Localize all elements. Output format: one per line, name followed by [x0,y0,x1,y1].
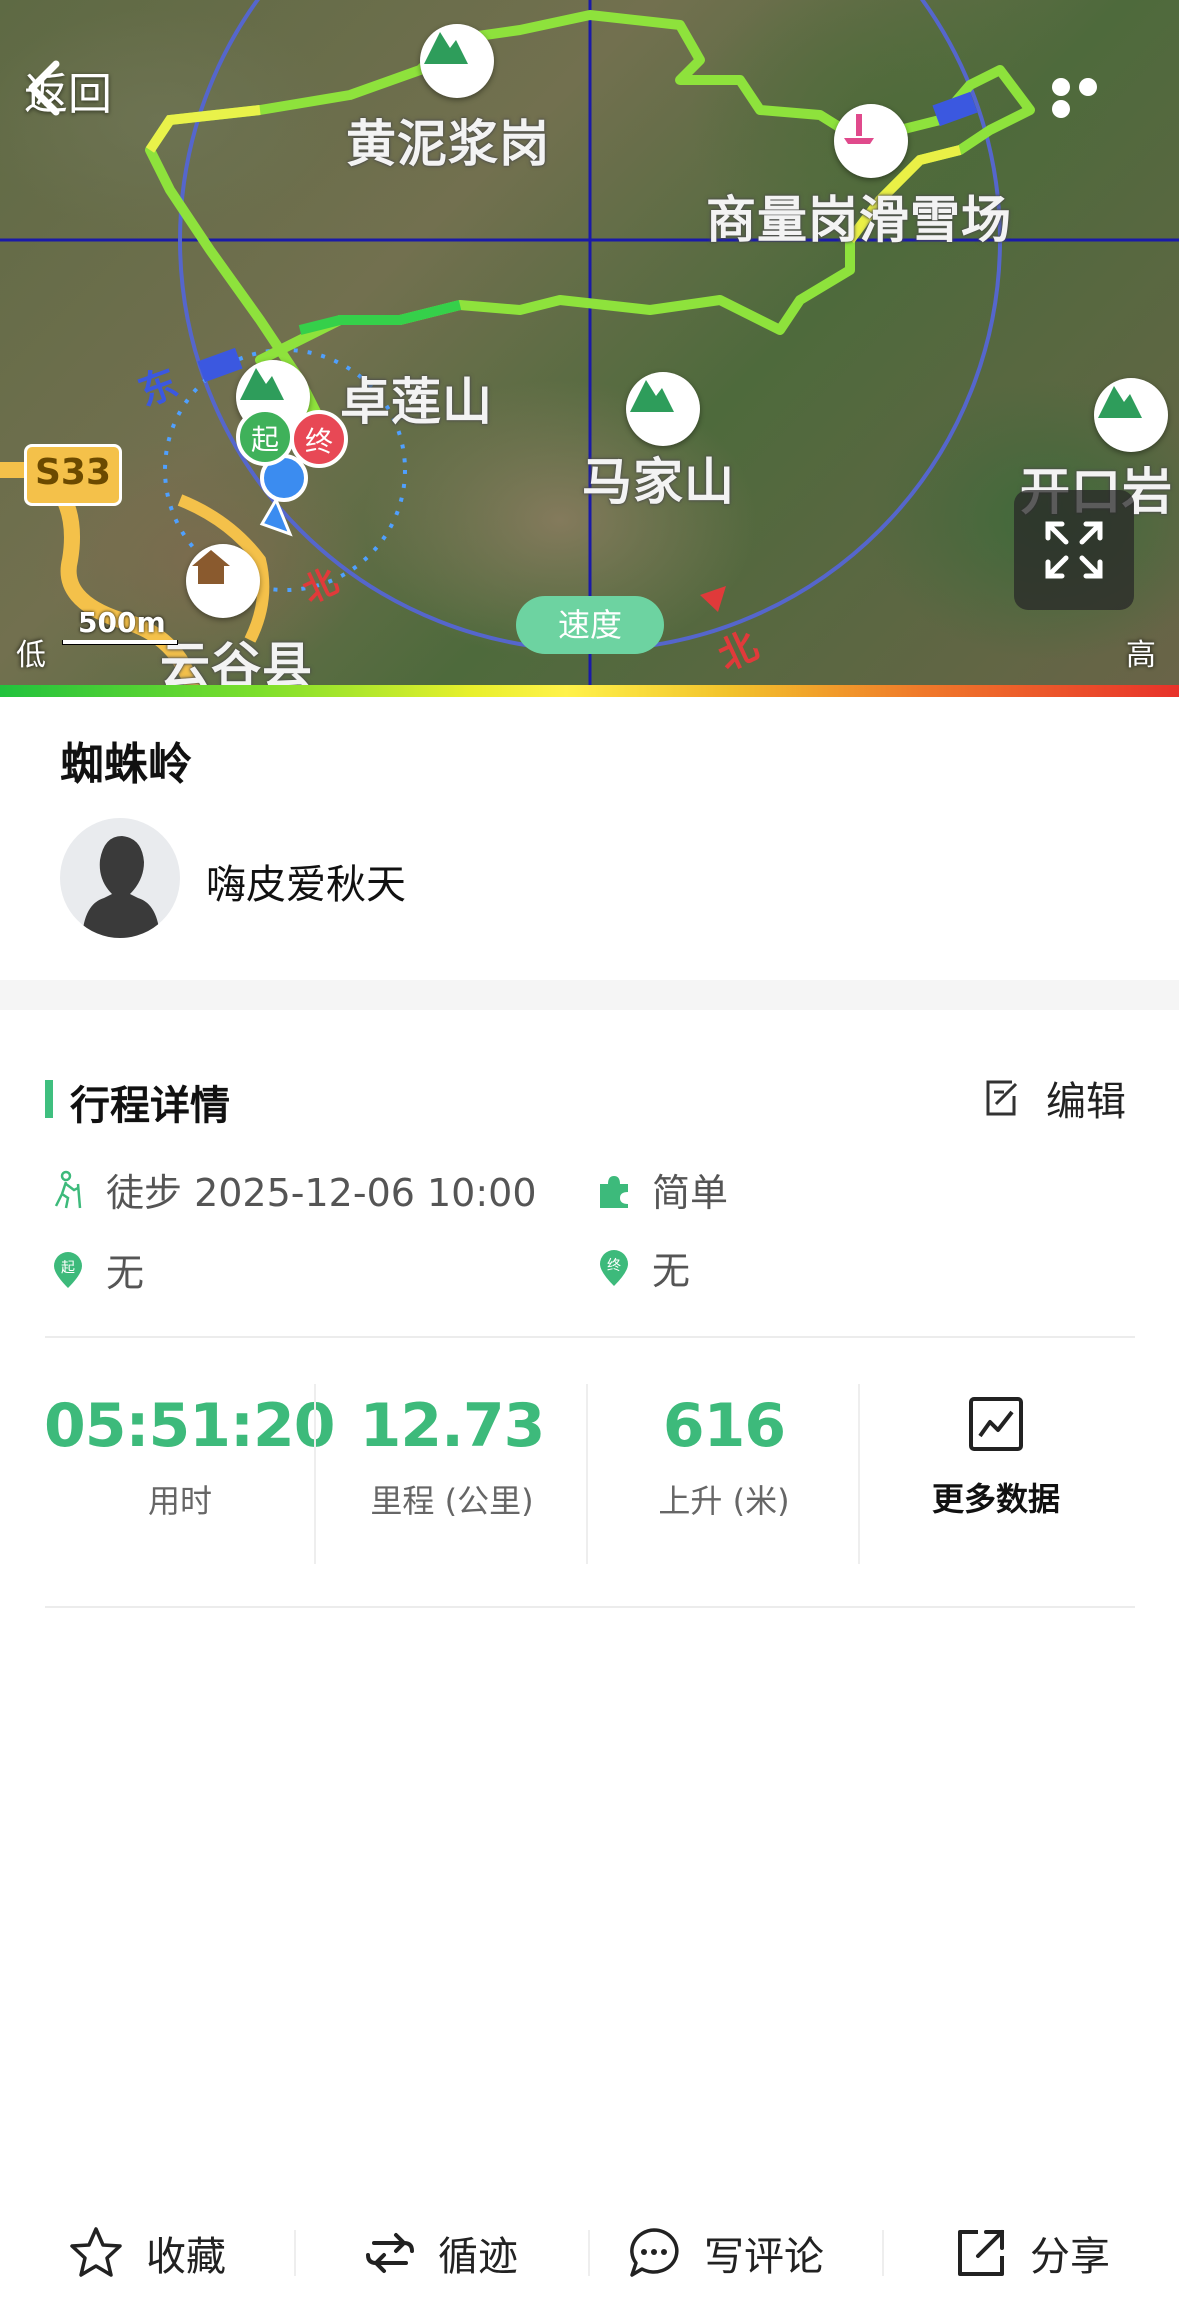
duration-value: 05:51:20 [44,1391,335,1461]
section-title: 行程详情 [70,1083,230,1129]
user-name[interactable]: 嗨皮爱秋天 [206,852,406,910]
scale-bar: 500m [60,606,180,646]
comment-button[interactable]: 写评论 [626,2222,824,2284]
section-separator [0,980,1179,1010]
chart-icon [969,1397,1023,1451]
difficulty-text: 简单 [652,1171,729,1215]
svg-text:东: 东 [133,360,184,414]
end-pin-icon: 终 [600,1249,628,1286]
follow-track-button[interactable]: 循迹 [364,2222,518,2284]
ascent-label: 上升 (米) [658,1482,790,1520]
share-label: 分享 [1030,2234,1110,2280]
edit-icon [986,1080,1018,1116]
comment-label: 写评论 [704,2234,824,2280]
ascent-value: 616 [662,1391,786,1461]
road-badge: S33 [24,444,122,506]
start-place-row: 起 无 [50,1242,144,1297]
chevron-left-icon [28,60,60,116]
bar-separator [294,2230,296,2276]
user-silhouette-icon [82,836,160,938]
activity-row: 徒步 2025-12-06 10:00 [50,1162,537,1217]
duration-stat: 05:51:20 用时 [44,1386,335,1522]
edit-button[interactable]: 编辑 [984,1070,1126,1126]
scale-label: 500m [78,606,166,639]
bar-separator [882,2230,884,2276]
avatar[interactable] [60,818,180,938]
more-data-label: 更多数据 [931,1480,1060,1518]
distance-value: 12.73 [359,1391,546,1461]
speed-toggle[interactable]: 速度 [516,596,664,654]
end-place-row: 终 无 [596,1240,690,1295]
bottom-action-bar: 收藏 循迹 写评论 分享 [0,2200,1179,2324]
route-title: 蜘蛛岭 [60,739,192,790]
legend-low-label: 低 [16,638,46,673]
speed-legend-gradient [0,685,1179,697]
hiking-icon [54,1170,82,1208]
favorite-button[interactable]: 收藏 [68,2222,226,2284]
start-place-text: 无 [106,1251,145,1295]
bar-separator [588,2230,590,2276]
favorite-label: 收藏 [146,2234,226,2280]
place-label: 商量岗滑雪场 [706,191,1012,249]
place-label: 马家山 [582,453,735,511]
route-loop-icon [366,2233,414,2273]
distance-label: 里程 (公里) [370,1482,534,1520]
svg-text:起: 起 [61,1260,75,1276]
ski-resort-poi-icon[interactable] [834,104,908,178]
route-map[interactable]: 东 北 北 黄泥浆岗 商量岗滑雪场 卓莲山 马家山 开口岩 云谷县 S33 起 … [0,0,1179,697]
comment-icon [630,2228,679,2277]
expand-icon [1045,521,1103,579]
svg-text:北: 北 [297,561,345,612]
divider [45,1336,1135,1338]
fullscreen-button[interactable] [1014,490,1134,610]
mountain-poi-icon[interactable] [626,372,700,446]
distance-stat: 12.73 里程 (公里) [316,1386,588,1522]
place-label: 黄泥浆岗 [346,115,550,173]
divider [45,1606,1135,1608]
puzzle-icon [600,1175,628,1208]
end-place-text: 无 [652,1249,691,1293]
difficulty-row: 简单 [596,1162,728,1217]
place-label: 卓莲山 [340,373,493,431]
mountain-poi-icon[interactable] [1094,378,1168,452]
start-pin-icon: 起 [54,1251,82,1288]
back-button[interactable]: 返回 [24,58,112,122]
activity-text: 徒步 2025-12-06 10:00 [106,1171,537,1215]
village-poi-icon[interactable] [186,544,260,618]
edit-label: 编辑 [1046,1079,1126,1125]
follow-track-label: 循迹 [438,2234,518,2280]
svg-text:北: 北 [712,623,765,679]
more-data-button[interactable]: 更多数据 [860,1396,1132,1520]
end-marker[interactable]: 终 [290,410,348,468]
star-icon [70,2227,122,2277]
mountain-poi-icon[interactable] [420,24,494,98]
start-marker[interactable]: 起 [236,408,294,466]
map-overlay: 东 北 北 [0,0,1179,697]
share-button[interactable]: 分享 [954,2222,1110,2284]
more-options-icon[interactable] [1052,78,1132,118]
legend-high-label: 高 [1126,638,1156,673]
ascent-stat: 616 上升 (米) [588,1386,860,1522]
svg-text:终: 终 [607,1258,621,1274]
section-accent-bar [45,1080,53,1118]
duration-label: 用时 [147,1482,212,1520]
share-icon [958,2230,1004,2276]
